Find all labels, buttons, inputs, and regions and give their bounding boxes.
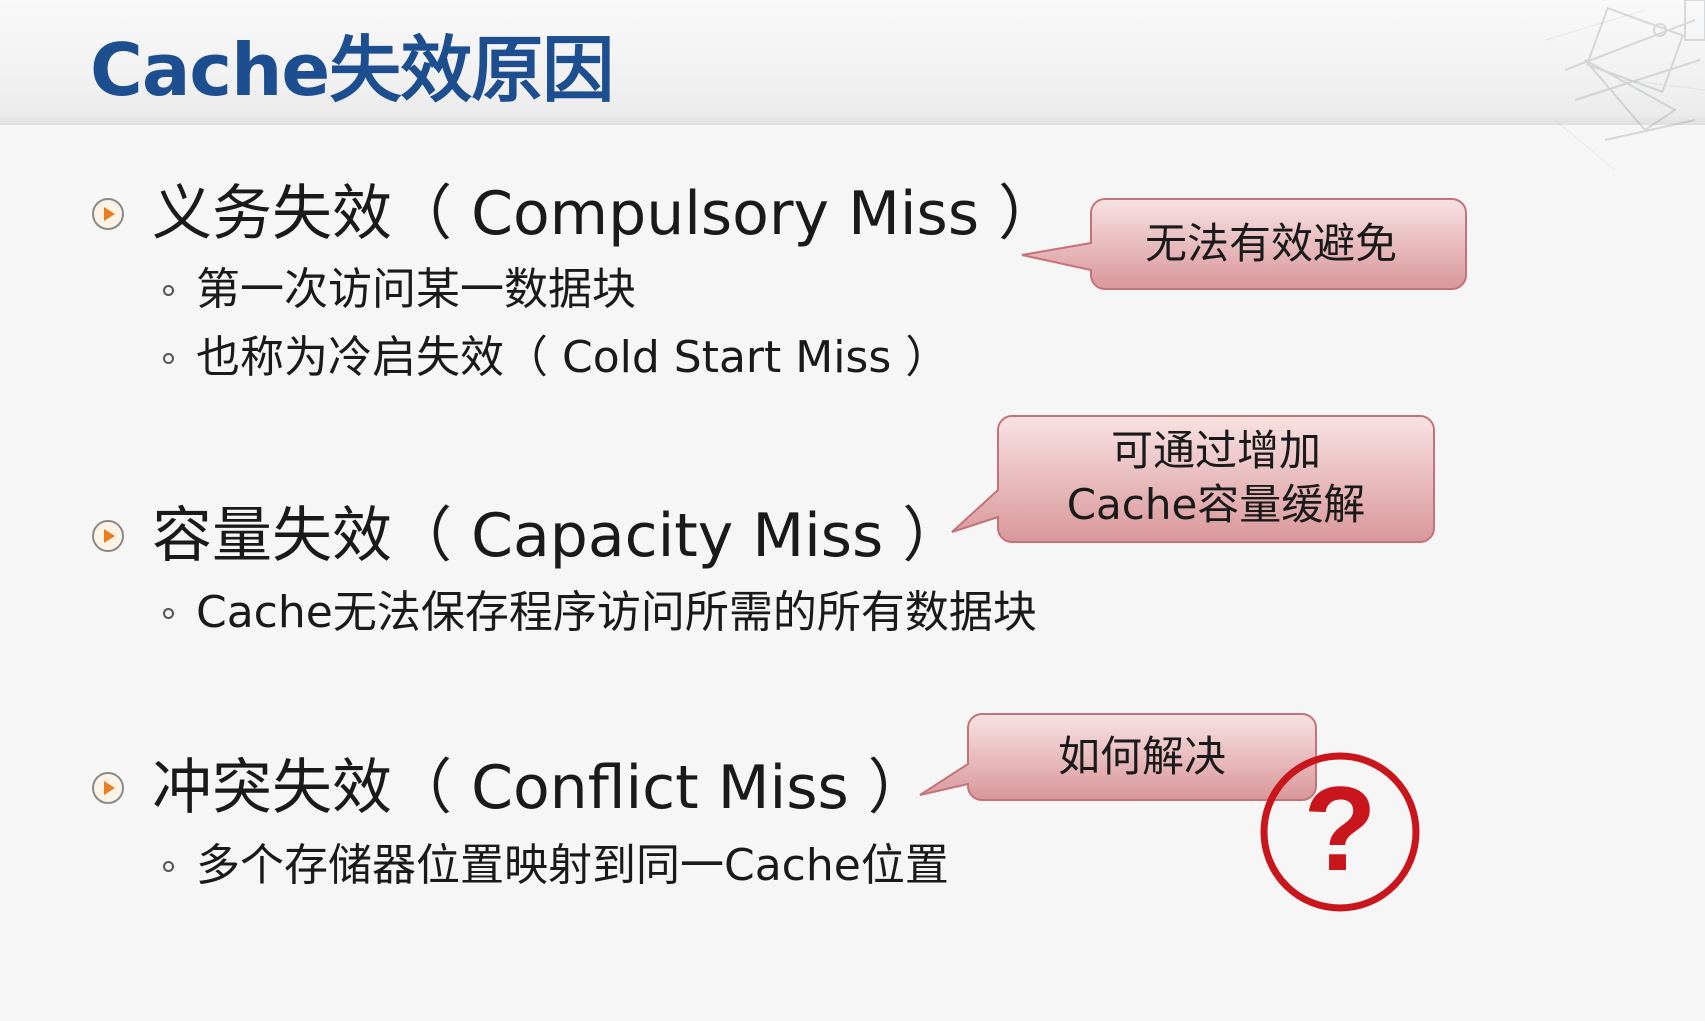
callout-line: 如何解决 (1057, 732, 1226, 781)
callout-line: 无法有效避免 (1144, 219, 1397, 268)
sub-item-text: 第一次访问某一数据块 (196, 264, 636, 315)
question-mark-glyph: ? (1303, 762, 1376, 896)
sub-item-text: Cache无法保存程序访问所需的所有数据块 (196, 587, 1037, 638)
sub-item-text: 多个存储器位置映射到同一Cache位置 (196, 840, 949, 891)
sub-item: Cache无法保存程序访问所需的所有数据块 (163, 585, 1037, 641)
slide-title: Cache失效原因 (90, 28, 614, 112)
sub-item: 第一次访问某一数据块 (163, 262, 636, 318)
sub-item: 也称为冷启失效（ Cold Start Miss ） (163, 330, 949, 386)
question-circle-icon: ? (1260, 752, 1420, 912)
hollow-circle-icon (163, 284, 174, 296)
section-compulsory-miss: 义务失效（ Compulsory Miss ） (90, 178, 1058, 250)
section-heading: 容量失效（ Capacity Miss ） (152, 501, 963, 571)
callout-line: Cache容量缓解 (1066, 480, 1366, 529)
section-capacity-miss: 容量失效（ Capacity Miss ） (90, 500, 962, 572)
callout-text: 无法有效避免 (1091, 199, 1451, 289)
play-circle-icon (92, 198, 124, 230)
section-conflict-miss: 冲突失效（ Conflict Miss ） (90, 752, 928, 824)
sub-item: 多个存储器位置映射到同一Cache位置 (163, 838, 949, 894)
play-circle-icon (92, 772, 124, 804)
play-circle-icon (92, 520, 124, 552)
hollow-circle-icon (163, 607, 174, 619)
hollow-circle-icon (163, 860, 174, 872)
section-heading: 冲突失效（ Conflict Miss ） (152, 753, 928, 823)
callout-line: 可通过增加 (1110, 426, 1321, 475)
drafting-tools-decoration (1544, 0, 1705, 171)
callout-text: 可通过增加 Cache容量缓解 (998, 418, 1434, 538)
sub-item-text: 也称为冷启失效（ Cold Start Miss ） (196, 332, 950, 383)
section-heading: 义务失效（ Compulsory Miss ） (152, 179, 1059, 249)
hollow-circle-icon (163, 352, 174, 364)
